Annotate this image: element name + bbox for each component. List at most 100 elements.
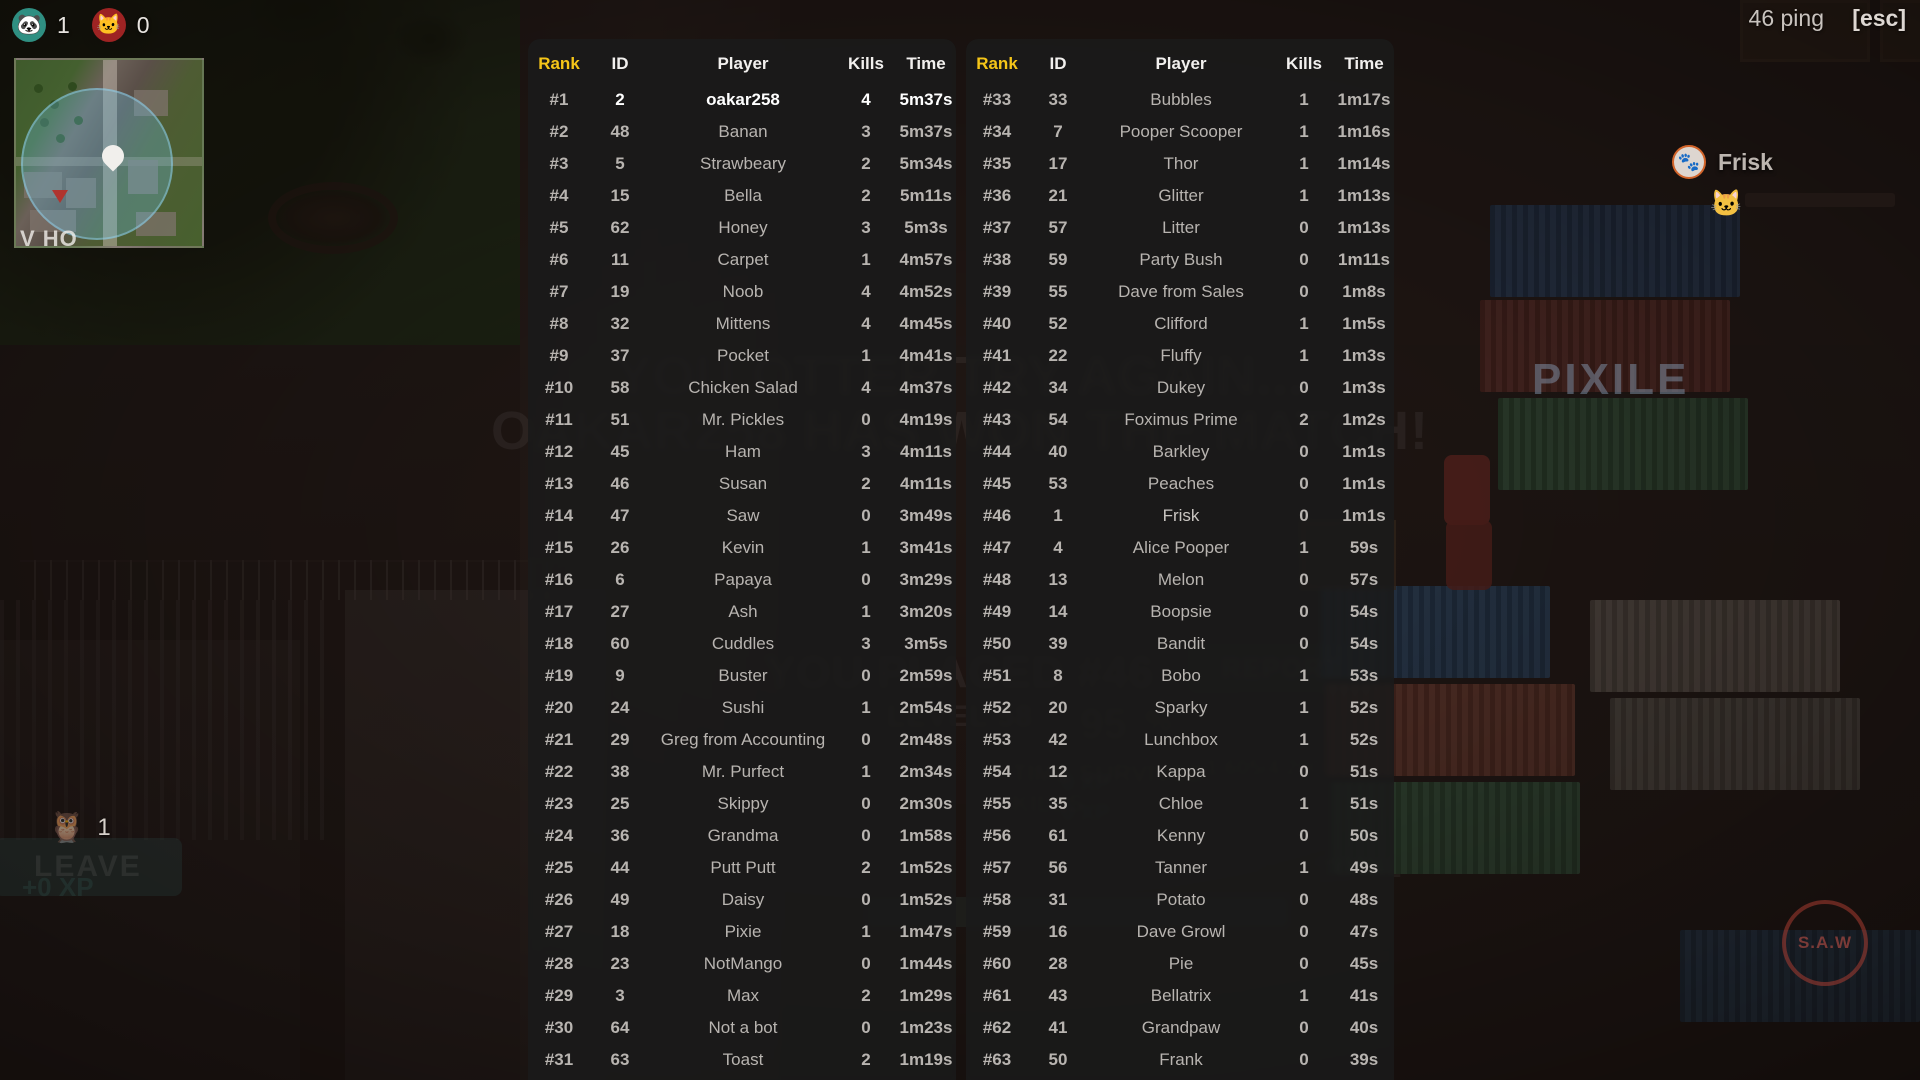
cell-id: 44 [610, 858, 630, 877]
cell-time: 45s [1349, 954, 1379, 973]
cell-rank: #58 [982, 890, 1012, 909]
cell-rank: #29 [544, 986, 574, 1005]
panda-icon: 🐼 [12, 8, 46, 42]
cell-id: 62 [610, 218, 630, 237]
cell-player: Pixie [724, 922, 762, 941]
cell-player: Chicken Salad [688, 378, 798, 397]
table-row: #14 47 Saw 0 3m49s [528, 500, 956, 532]
cell-time: 52s [1349, 730, 1379, 749]
table-header-row: Rank ID Player Kills Time [528, 48, 956, 84]
cell-id: 42 [1048, 730, 1068, 749]
cell-player: Saw [726, 506, 760, 525]
cell-time: 1m17s [1337, 90, 1391, 109]
cell-player: Clifford [1154, 314, 1208, 333]
column-header-player[interactable]: Player [650, 48, 836, 84]
cell-id: 34 [1048, 378, 1068, 397]
cell-id: 49 [610, 890, 630, 909]
table-row: #41 22 Fluffy 1 1m3s [966, 340, 1394, 372]
cell-rank: #40 [982, 314, 1012, 333]
cell-player: Putt Putt [710, 858, 776, 877]
column-header-time[interactable]: Time [896, 48, 956, 84]
cell-player: Papaya [714, 570, 772, 589]
cell-rank: #28 [544, 954, 574, 973]
scoreboard-left-panel: Rank ID Player Kills Time #1 2 oakar258 4 5m… [528, 39, 956, 1080]
cell-time: 4m37s [899, 378, 953, 397]
table-row: #12 45 Ham 3 4m11s [528, 436, 956, 468]
cell-rank: #8 [549, 314, 569, 333]
cell-rank: #36 [982, 186, 1012, 205]
cell-id: 45 [610, 442, 630, 461]
cell-id: 59 [1048, 250, 1068, 269]
table-row: #60 28 Pie 0 45s [966, 948, 1394, 980]
cell-time: 1m52s [899, 890, 953, 909]
column-header-time[interactable]: Time [1334, 48, 1394, 84]
cell-player: Lumpadump [1088, 1076, 1274, 1080]
table-row: #20 24 Sushi 1 2m54s [528, 692, 956, 724]
table-row: #38 59 Party Bush 0 1m11s [966, 244, 1394, 276]
column-header-player[interactable]: Player [1088, 48, 1274, 84]
saw-logo: S.A.W [1782, 900, 1868, 986]
table-row: #3210Maki01m18s [528, 1076, 956, 1080]
kills-counter: 🐱 0 [91, 8, 150, 42]
cell-kills: 1 [1299, 346, 1309, 365]
cell-player: Frisk [1162, 506, 1200, 525]
cell-time: 3m29s [899, 570, 953, 589]
cell-rank: #49 [982, 602, 1012, 621]
table-row: #7 19 Noob 4 4m52s [528, 276, 956, 308]
cell-rank: #17 [544, 602, 574, 621]
cell-time: 51s [1349, 762, 1379, 781]
cell-time: 51s [1349, 794, 1379, 813]
cell-kills: 1 [1299, 538, 1309, 557]
table-row: #8 32 Mittens 4 4m45s [528, 308, 956, 340]
cell-rank: #15 [544, 538, 574, 557]
column-header-id[interactable]: ID [590, 48, 650, 84]
pixile-billboard: PIXILE [1532, 355, 1690, 404]
esc-menu-button[interactable]: [esc] [1852, 5, 1906, 32]
cell-player: Ash [728, 602, 758, 621]
owl-count: 1 [97, 813, 111, 841]
cell-id: 55 [1048, 282, 1068, 301]
cell-kills: 1 [861, 602, 871, 621]
cell-player: Skippy [717, 794, 769, 813]
cell-kills: 4 [861, 282, 871, 301]
cell-kills: 2 [861, 1050, 871, 1069]
cell-player: Bubbles [1150, 90, 1212, 109]
table-row: #13 46 Susan 2 4m11s [528, 468, 956, 500]
cell-player: Alice Pooper [1132, 538, 1230, 557]
cell-kills: 1 [1299, 666, 1309, 685]
cell-time: 4m11s [900, 442, 952, 461]
scoreboard: Rank ID Player Kills Time #1 2 oakar258 4 5m… [528, 39, 1394, 1080]
shipping-container [1490, 205, 1740, 297]
cell-rank: #19 [544, 666, 574, 685]
cell-kills: 0 [1299, 570, 1309, 589]
cell-rank: #6 [549, 250, 569, 269]
cell-player: Daisy [721, 890, 765, 909]
column-header-id[interactable]: ID [1028, 48, 1088, 84]
cell-time: 2m59s [899, 666, 953, 685]
column-header-kills[interactable]: Kills [836, 48, 896, 84]
cell-rank: #38 [982, 250, 1012, 269]
cell-id: 12 [1048, 762, 1068, 781]
cell-player: Sparky [1154, 698, 1208, 717]
cell-id: 48 [610, 122, 630, 141]
cell-rank: #2 [549, 122, 569, 141]
column-header-kills[interactable]: Kills [1274, 48, 1334, 84]
cell-rank: #13 [544, 474, 574, 493]
cell-time: 40s [1349, 1018, 1379, 1037]
cell-player: Buster [718, 666, 768, 685]
cell-rank: #46 [982, 506, 1012, 525]
cell-id: 50 [1048, 1050, 1068, 1069]
minimap[interactable]: V HO [14, 58, 204, 248]
cell-kills: 3 [861, 442, 871, 461]
cell-time: 5m34s [899, 154, 953, 173]
scoreboard-right-table: Rank ID Player Kills Time #33 33 Bubbles 1 1… [966, 48, 1394, 1080]
column-header-rank[interactable]: Rank [966, 48, 1028, 84]
cell-rank: #12 [544, 442, 574, 461]
column-header-rank[interactable]: Rank [528, 48, 590, 84]
player-health-bar [1745, 193, 1895, 207]
cell-rank: #59 [982, 922, 1012, 941]
cell-id: 19 [610, 282, 630, 301]
cell-player: Potato [1156, 890, 1206, 909]
cell-kills: 0 [1299, 890, 1309, 909]
cell-id: 58 [610, 378, 630, 397]
